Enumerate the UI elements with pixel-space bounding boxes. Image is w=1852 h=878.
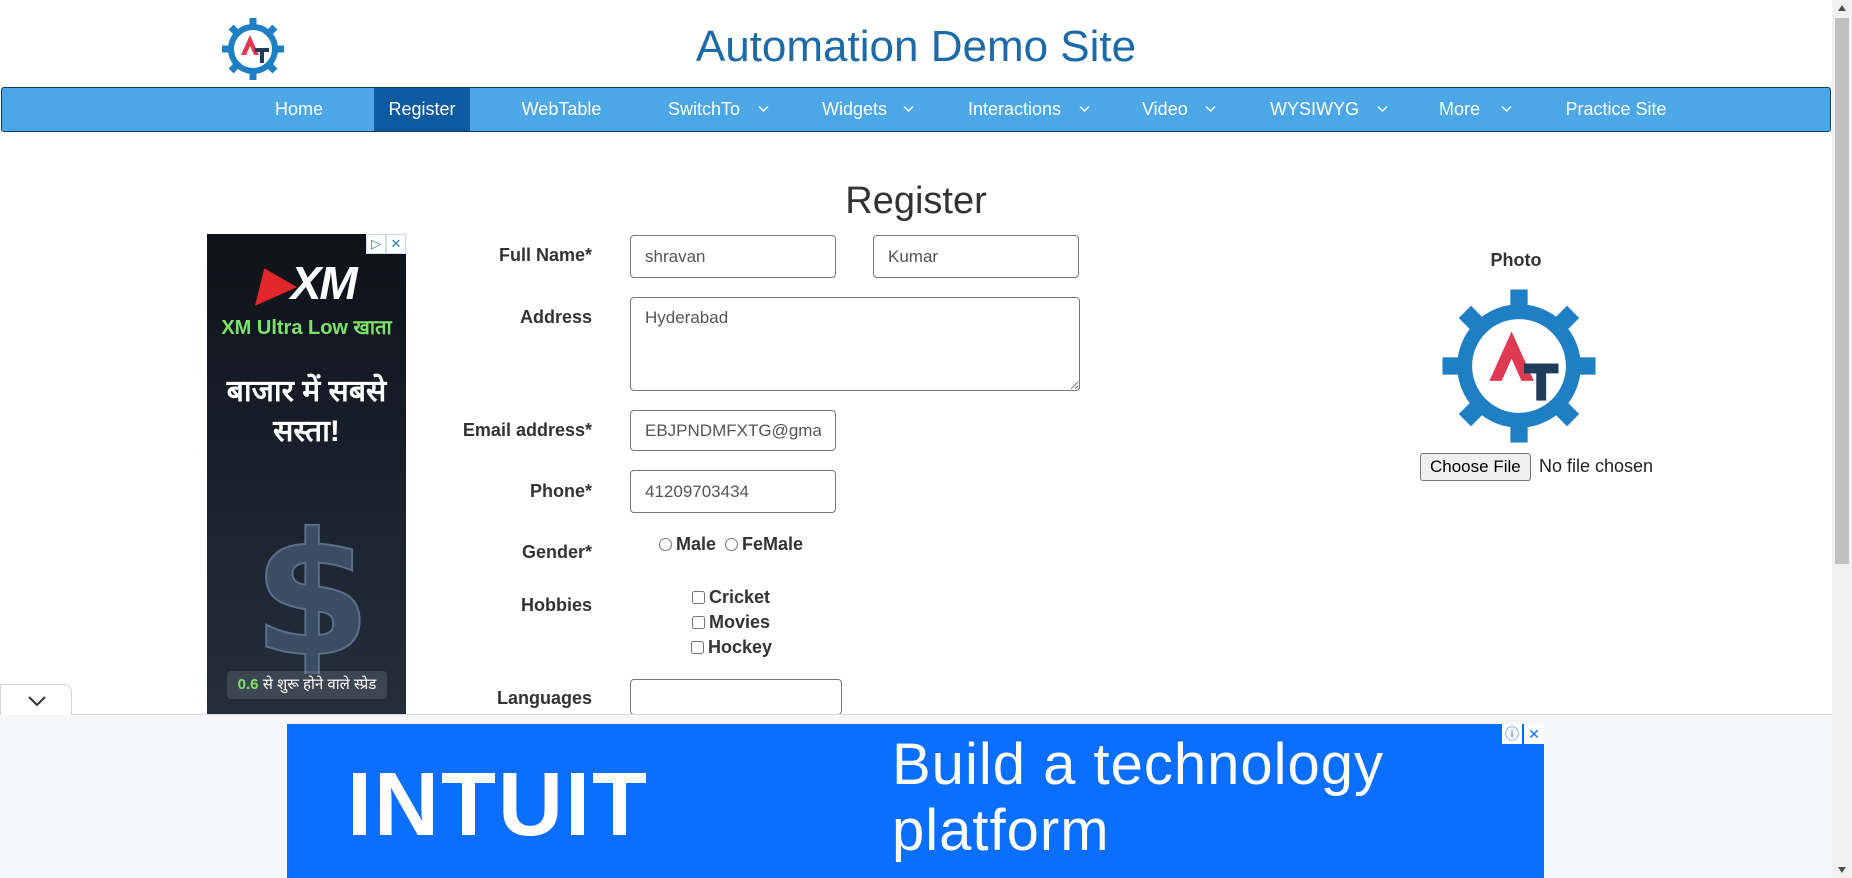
side-advertisement[interactable]: ▷ ✕ ▶XM XM Ultra Low खाता बाजार में सबसे… bbox=[207, 234, 406, 716]
scroll-down-arrow-icon[interactable] bbox=[1832, 861, 1852, 878]
nav-label: WYSIWYG bbox=[1270, 99, 1359, 119]
ad-close-icon[interactable]: ✕ bbox=[386, 234, 406, 254]
gender-female-radio[interactable] bbox=[725, 538, 738, 551]
banner-headline: Build a technology platform bbox=[892, 732, 1384, 863]
svg-text:$: $ bbox=[253, 504, 371, 674]
chevron-down-icon bbox=[1377, 106, 1388, 112]
intuit-logo: INTUIT bbox=[347, 755, 649, 855]
ad-info-icon[interactable]: ⓘ bbox=[1502, 724, 1522, 744]
nav-label: More bbox=[1439, 99, 1481, 119]
hobby-cricket-option[interactable]: Cricket bbox=[692, 587, 770, 608]
file-status-text: No file chosen bbox=[1539, 456, 1654, 476]
nav-label: SwitchTo bbox=[668, 99, 741, 119]
ad-close-icon[interactable]: ✕ bbox=[1524, 724, 1544, 744]
register-heading: Register bbox=[845, 180, 987, 222]
profile-photo-logo bbox=[1442, 289, 1596, 443]
vertical-scrollbar[interactable] bbox=[1832, 0, 1852, 878]
nav-more[interactable]: More bbox=[1432, 88, 1532, 131]
hobby-movies-option[interactable]: Movies bbox=[692, 612, 770, 633]
scrollbar-thumb[interactable] bbox=[1835, 18, 1849, 564]
nav-wysiwyg[interactable]: WYSIWYG bbox=[1263, 88, 1398, 131]
page: Automation Demo Site Home Register WebTa… bbox=[0, 0, 1832, 878]
nav-label: Practice Site bbox=[1565, 99, 1667, 119]
languages-multiselect[interactable] bbox=[630, 679, 842, 715]
xm-brand-text: XM bbox=[290, 257, 358, 309]
photo-label: Photo bbox=[1490, 250, 1542, 270]
gender-male-label: Male bbox=[676, 534, 717, 554]
nav-video[interactable]: Video bbox=[1135, 88, 1235, 131]
ad-info-icon[interactable]: ▷ bbox=[366, 234, 386, 254]
email-input[interactable] bbox=[630, 410, 836, 451]
gender-female-label: FeMale bbox=[742, 534, 804, 554]
xm-footer-text: से शुरू होने वाले स्प्रेड bbox=[262, 676, 377, 693]
hobby-movies-checkbox[interactable] bbox=[692, 616, 705, 629]
nav-register[interactable]: Register bbox=[374, 88, 470, 131]
chevron-down-icon bbox=[1501, 106, 1512, 112]
address-textarea[interactable]: Hyderabad bbox=[630, 297, 1080, 391]
main-navbar: Home Register WebTable SwitchTo Widgets … bbox=[1, 87, 1831, 132]
gender-female-option[interactable]: FeMale bbox=[725, 534, 803, 555]
xm-footer: 0.6 से शुरू होने वाले स्प्रेड bbox=[227, 671, 387, 699]
hobby-hockey-checkbox[interactable] bbox=[691, 641, 704, 654]
scroll-up-arrow-icon[interactable] bbox=[1832, 0, 1852, 17]
hobby-hockey-label: Hockey bbox=[708, 637, 773, 657]
chevron-down-icon bbox=[903, 106, 914, 112]
xm-headline: बाजार में सबसे सस्ता! bbox=[226, 375, 387, 448]
first-name-input[interactable] bbox=[630, 235, 836, 278]
hobby-movies-label: Movies bbox=[709, 612, 771, 632]
nav-practice-site[interactable]: Practice Site bbox=[1556, 88, 1676, 131]
hobby-hockey-option[interactable]: Hockey bbox=[691, 637, 772, 658]
site-title: Automation Demo Site bbox=[695, 22, 1137, 71]
chevron-down-icon bbox=[1205, 106, 1216, 112]
intuit-banner-ad[interactable]: INTUIT Build a technology platform ⓘ ✕ bbox=[287, 724, 1544, 878]
banner-ad-controls: ⓘ ✕ bbox=[1500, 724, 1544, 744]
nav-label: Home bbox=[274, 99, 323, 119]
nav-webtable[interactable]: WebTable bbox=[514, 88, 609, 131]
chevron-down-icon bbox=[758, 106, 769, 112]
chevron-down-icon bbox=[1079, 106, 1090, 112]
gender-male-option[interactable]: Male bbox=[659, 534, 716, 555]
xm-footer-value: 0.6 bbox=[237, 676, 259, 693]
nav-switchto[interactable]: SwitchTo bbox=[661, 88, 787, 131]
nav-label: Widgets bbox=[822, 99, 888, 119]
hobby-cricket-label: Cricket bbox=[709, 587, 771, 607]
nav-label: WebTable bbox=[521, 99, 602, 119]
nav-interactions[interactable]: Interactions bbox=[961, 88, 1101, 131]
gender-male-radio[interactable] bbox=[659, 538, 672, 551]
collapse-chevron-icon bbox=[28, 696, 46, 707]
nav-label: Register bbox=[388, 99, 456, 119]
nav-label: Video bbox=[1142, 99, 1188, 119]
phone-input[interactable] bbox=[630, 470, 836, 513]
dollar-icon: $ bbox=[252, 504, 372, 674]
nav-label: Interactions bbox=[968, 99, 1062, 119]
ad-controls: ▷ ✕ bbox=[366, 234, 406, 254]
nav-home[interactable]: Home bbox=[260, 88, 338, 131]
last-name-input[interactable] bbox=[873, 235, 1079, 278]
choose-file-button[interactable]: Choose File bbox=[1420, 453, 1531, 481]
xm-subline: XM Ultra Low खाता bbox=[221, 317, 392, 339]
nav-widgets[interactable]: Widgets bbox=[815, 88, 925, 131]
ad-collapse-tab[interactable] bbox=[0, 684, 72, 715]
xm-brand-logo: ▶XM bbox=[257, 257, 358, 309]
hobby-cricket-checkbox[interactable] bbox=[692, 591, 705, 604]
